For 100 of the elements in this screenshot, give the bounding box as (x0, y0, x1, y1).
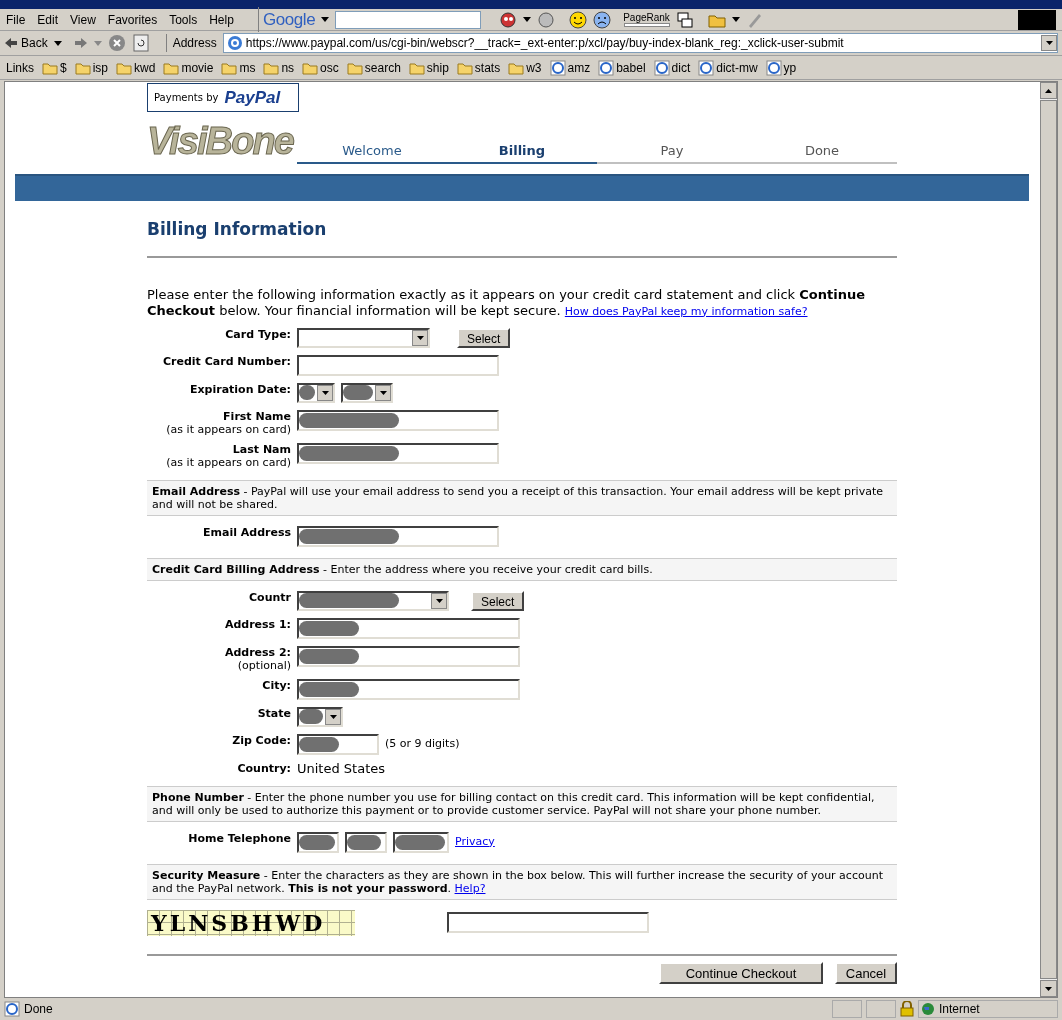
continue-button[interactable]: Continue Checkout (659, 961, 823, 984)
link[interactable]: Help? (454, 881, 486, 895)
link-button[interactable]: amz (549, 58, 591, 77)
link[interactable]: How does PayPal keep my information safe? (564, 304, 808, 318)
link-button[interactable]: babel (598, 58, 646, 77)
field-label: Credit Card Number: (163, 354, 291, 368)
select-button[interactable]: Select (457, 327, 511, 348)
padlock-icon (900, 1001, 914, 1017)
link-button[interactable]: stats (456, 58, 501, 77)
caret-icon (379, 390, 387, 395)
text-field[interactable] (297, 645, 520, 667)
link-button[interactable]: isp (74, 58, 109, 77)
text-field[interactable] (297, 733, 379, 755)
refresh-icon (131, 34, 150, 52)
menu-item[interactable]: Edit (31, 10, 65, 29)
text-field[interactable] (297, 409, 499, 431)
link-button[interactable]: search (346, 58, 401, 77)
menu-item[interactable]: File (0, 10, 32, 29)
address-label: Address (165, 34, 217, 52)
caret-icon (1045, 41, 1053, 45)
caret-icon (329, 714, 337, 719)
progress-step[interactable]: Welcome (297, 140, 447, 164)
progress-step[interactable]: Done (747, 140, 897, 164)
page-icon (4, 1001, 20, 1017)
select-button[interactable]: Select (471, 590, 525, 611)
zone-text: Internet (939, 1001, 980, 1018)
back-button[interactable]: Back (4, 34, 48, 52)
menu-item[interactable]: Favorites (101, 10, 164, 29)
link-button[interactable]: $ (42, 58, 67, 77)
link-button[interactable]: w3 (508, 58, 542, 77)
text-field[interactable] (297, 442, 499, 464)
link-button[interactable]: yp (765, 58, 797, 77)
page-icon (549, 59, 566, 76)
scroll-down-button[interactable] (1040, 980, 1057, 997)
menu-item[interactable]: Help (203, 10, 240, 29)
folder-icon (508, 60, 525, 75)
field-label: Address 1: (224, 617, 291, 631)
section-note: Security Measure - Enter the characters as they are shown in the box below. This will further increase the security of your account and the PayPal network. This is not your password. Help? (147, 863, 897, 900)
field-value: United States (297, 761, 386, 775)
link-button[interactable]: movie (163, 58, 214, 77)
field-label: Zip Code: (232, 733, 291, 747)
caret-icon (523, 17, 532, 22)
scroll-up-button[interactable] (1040, 82, 1057, 99)
progress-step[interactable]: Billing (447, 140, 597, 164)
link-button[interactable]: ms (221, 58, 256, 77)
link-button[interactable]: ship (408, 58, 449, 77)
search-field[interactable] (335, 10, 482, 29)
links-label: Links (6, 59, 34, 77)
folder-icon (42, 60, 58, 75)
field-label: Last Nam (232, 442, 291, 456)
status-panel (832, 1000, 862, 1018)
cancel-button[interactable]: Cancel (835, 961, 897, 984)
text-field[interactable] (297, 354, 499, 376)
folder-icon (302, 60, 319, 75)
link-button[interactable]: dict (653, 58, 691, 77)
folder-icon (456, 60, 473, 75)
progress-step[interactable]: Pay (597, 140, 747, 164)
text-field[interactable] (297, 525, 499, 547)
section-note: Phone Number - Enter the phone number you use for billing contact on this credit card. This information will be kept confidential, and will only be used to authorize this payment or to provide customer service. PayPal will not share your phone number. (147, 785, 897, 822)
link[interactable]: Privacy (455, 833, 495, 851)
caret-icon (435, 598, 443, 603)
field-label: First Name (223, 409, 291, 423)
field-label: Expiration Date: (189, 382, 291, 396)
link-button[interactable]: ns (263, 58, 295, 77)
stop-icon (107, 34, 126, 52)
field-sublabel: (optional) (237, 658, 291, 672)
intro-text: Please enter the following information exactly as it appears on your credit card statement and click Continue Checkout below. Your financial information will be kept secure. How does PayPal keep my information safe? (147, 286, 866, 320)
link-button[interactable]: dict-mw (698, 58, 758, 77)
dropdown[interactable] (297, 706, 343, 727)
globe-icon (921, 1002, 935, 1016)
status-text: Done (24, 1001, 54, 1018)
address-field[interactable]: https://www.paypal.com/us/cgi-bin/webscr?__track=_ext-enter:p/xcl/pay/buy-index-blank_reg:_xclick-user-submit (222, 33, 1058, 53)
folder-icon (263, 60, 280, 75)
text-field[interactable] (297, 678, 520, 700)
dropdown[interactable] (297, 382, 335, 403)
menu-item[interactable]: Tools (163, 10, 204, 29)
page-heading: Billing Information (147, 218, 328, 241)
field-label: Address 2: (224, 645, 291, 659)
dropdown[interactable] (297, 327, 430, 348)
caret-icon (321, 390, 329, 395)
menu-item[interactable]: View (64, 10, 102, 29)
field-label: City: (262, 678, 291, 692)
caret-icon (416, 335, 424, 340)
page-icon (598, 59, 615, 76)
link-button[interactable]: kwd (116, 58, 156, 77)
section-note: Email Address - PayPal will use your email address to send you a receipt of this transaction. Your email address will be kept private and will not be shared. (147, 479, 897, 516)
text-field[interactable] (345, 831, 387, 853)
dropdown-button[interactable] (1041, 35, 1057, 51)
link-button[interactable]: osc (302, 58, 339, 77)
dropdown[interactable] (341, 382, 393, 403)
page-icon (698, 59, 715, 76)
folder-icon (74, 60, 91, 75)
pagerank-bar (623, 23, 670, 27)
captcha-field[interactable] (447, 912, 649, 933)
page-icon (653, 59, 670, 76)
text-field[interactable] (297, 617, 520, 639)
field-label: Country: (237, 761, 291, 775)
dropdown[interactable] (297, 590, 449, 611)
page-icon (226, 35, 243, 51)
folder-icon (116, 60, 133, 75)
